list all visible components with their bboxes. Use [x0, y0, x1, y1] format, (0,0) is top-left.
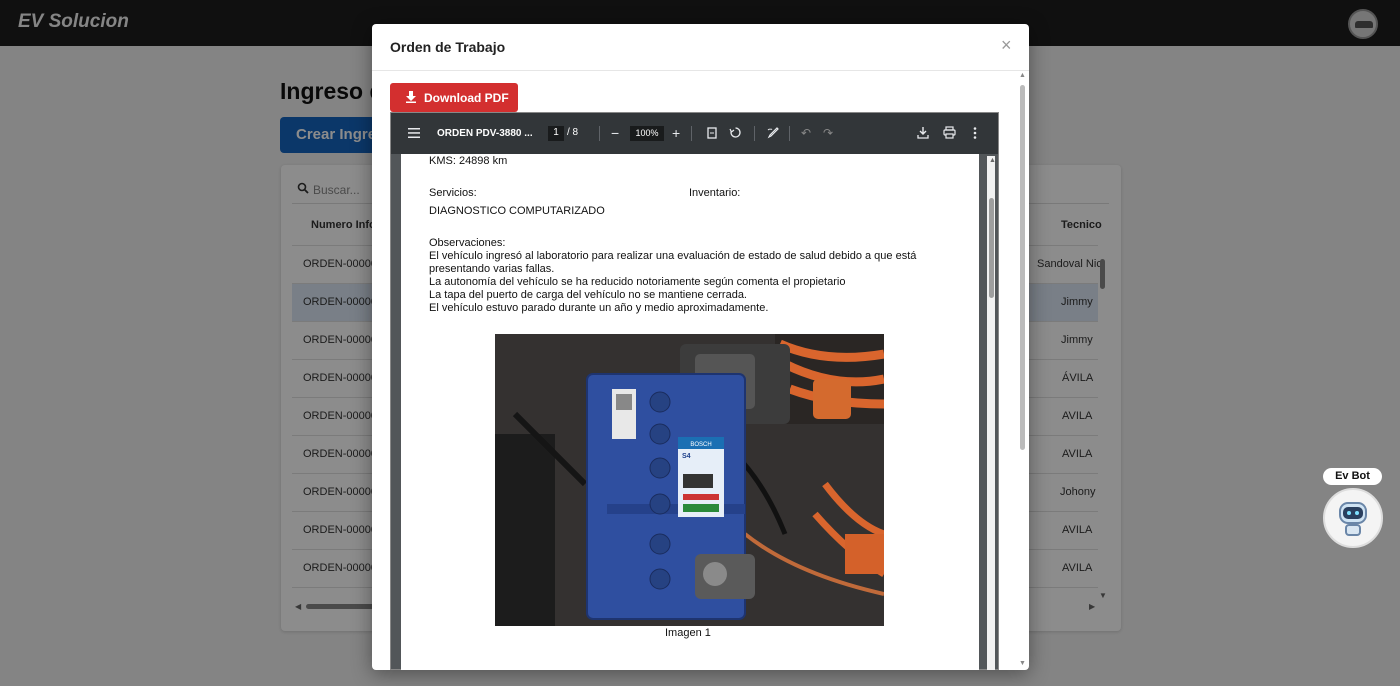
undo-icon[interactable]: ↶	[801, 126, 811, 140]
download-icon[interactable]	[917, 126, 929, 139]
pdf-scroll-up-icon[interactable]: ▲	[989, 157, 996, 164]
observacion-line: presentando varias fallas.	[429, 263, 555, 275]
download-icon	[406, 91, 416, 103]
inventario-label: Inventario:	[689, 187, 741, 199]
ev-bot-label[interactable]: Ev Bot	[1323, 468, 1382, 485]
servicio-item: DIAGNOSTICO COMPUTARIZADO	[429, 205, 605, 217]
modal-scrollbar[interactable]	[1020, 85, 1025, 450]
observacion-line: La tapa del puerto de carga del vehículo…	[429, 289, 747, 301]
download-pdf-label: Download PDF	[424, 91, 509, 105]
robot-eye	[1347, 511, 1351, 515]
vehicle-battery-photo: BOSCH S4	[495, 334, 884, 626]
toolbar-divider	[789, 126, 790, 141]
redo-icon[interactable]: ↷	[823, 126, 833, 140]
pdf-file-title: ORDEN PDV-3880 ...	[437, 128, 533, 139]
modal-scroll-up-icon[interactable]: ▲	[1019, 72, 1026, 79]
image-caption: Imagen 1	[665, 627, 711, 639]
pdf-toolbar: ORDEN PDV-3880 ... 1 / 8 − 100% + ↶ ↷	[391, 113, 998, 154]
pdf-viewer: ORDEN PDV-3880 ... 1 / 8 − 100% + ↶ ↷ KM…	[390, 112, 999, 670]
close-icon[interactable]: ×	[1001, 35, 1012, 56]
toolbar-divider	[691, 126, 692, 141]
page-total: / 8	[567, 127, 579, 138]
zoom-in-icon[interactable]: +	[672, 125, 680, 141]
kms-text: KMS: 24898 km	[429, 155, 508, 167]
robot-face	[1343, 507, 1363, 519]
observacion-line: El vehículo estuvo parado durante un año…	[429, 302, 769, 314]
fit-page-icon[interactable]	[707, 127, 717, 139]
zoom-input[interactable]: 100%	[630, 126, 664, 141]
pdf-page: KMS: 24898 km Servicios: Inventario: DIA…	[401, 154, 979, 670]
page-number-input[interactable]: 1	[548, 126, 564, 141]
toolbar-divider	[599, 126, 600, 141]
modal-scroll-down-icon[interactable]: ▼	[1019, 660, 1026, 667]
observacion-line: El vehículo ingresó al laboratorio para …	[429, 250, 917, 262]
modal-title: Orden de Trabajo	[390, 39, 506, 55]
pdf-scrollbar[interactable]	[989, 198, 994, 298]
download-pdf-button[interactable]: Download PDF	[390, 83, 518, 112]
robot-body	[1345, 524, 1361, 536]
zoom-out-icon[interactable]: −	[611, 125, 619, 141]
servicios-label: Servicios:	[429, 187, 477, 199]
robot-eye	[1355, 511, 1359, 515]
observaciones-label: Observaciones:	[429, 237, 506, 249]
toolbar-divider	[754, 126, 755, 141]
rotate-icon[interactable]	[729, 126, 742, 139]
battery-brand-label: BOSCH	[690, 442, 711, 448]
print-icon[interactable]	[943, 126, 956, 139]
menu-icon[interactable]	[408, 128, 420, 138]
observacion-line: La autonomía del vehículo se ha reducido…	[429, 276, 846, 288]
work-order-modal: Orden de Trabajo × ▲ ▼ Download PDF ORDE…	[372, 24, 1029, 670]
battery-model-label: S4	[682, 453, 691, 460]
more-options-icon[interactable]	[973, 127, 977, 139]
annotate-icon[interactable]	[767, 126, 780, 139]
modal-divider	[372, 70, 1029, 71]
